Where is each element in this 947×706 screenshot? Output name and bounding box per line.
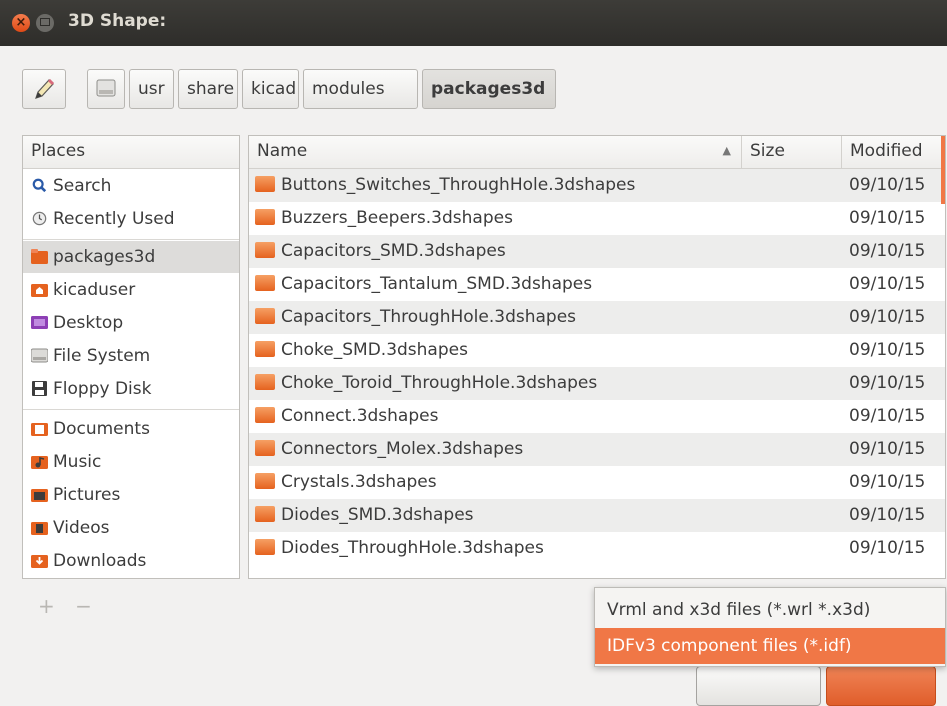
close-icon: × [15, 15, 27, 30]
places-item-recently-used[interactable]: Recently Used [23, 203, 239, 235]
file-row[interactable]: Buzzers_Beepers.3dshapes 09/10/15 [249, 202, 945, 235]
file-row[interactable]: Capacitors_ThroughHole.3dshapes 09/10/15 [249, 301, 945, 334]
places-item-floppy-disk[interactable]: Floppy Disk [23, 373, 239, 405]
floppy-icon [32, 381, 47, 396]
file-row[interactable]: Choke_SMD.3dshapes 09/10/15 [249, 334, 945, 367]
folder-icon [31, 249, 48, 264]
folder-icon [255, 209, 275, 225]
file-row[interactable]: Connect.3dshapes 09/10/15 [249, 400, 945, 433]
music-icon [31, 456, 48, 469]
column-header-modified[interactable]: Modified [842, 136, 945, 168]
file-filter-dropdown: Vrml and x3d files (*.wrl *.x3d) IDFv3 c… [594, 587, 946, 667]
folder-icon [255, 506, 275, 522]
file-row[interactable]: Choke_Toroid_ThroughHole.3dshapes 09/10/1… [249, 367, 945, 400]
vertical-scrollbar[interactable] [941, 136, 945, 204]
type-location-button[interactable] [22, 69, 66, 109]
column-header-name[interactable]: Name ▲ [249, 136, 742, 168]
title-bar: × 3D Shape: [0, 0, 947, 46]
file-row[interactable]: Diodes_ThroughHole.3dshapes 09/10/15 [249, 532, 945, 565]
places-item-kicaduser[interactable]: kicaduser [23, 274, 239, 306]
path-segment-modules[interactable]: modules [303, 69, 418, 109]
places-edit-controls: + − [38, 594, 92, 618]
places-item-file-system[interactable]: File System [23, 340, 239, 372]
pictures-icon [31, 489, 48, 502]
folder-icon [255, 341, 275, 357]
path-segment-packages3d[interactable]: packages3d [422, 69, 556, 109]
file-list: Name ▲ Size Modified Buttons_Switches_Th… [248, 135, 946, 579]
places-item-videos[interactable]: Videos [23, 512, 239, 544]
folder-icon [255, 473, 275, 489]
folder-icon [255, 176, 275, 192]
remove-bookmark-button[interactable]: − [75, 594, 92, 618]
file-list-header: Name ▲ Size Modified [249, 136, 945, 169]
open-button[interactable] [826, 666, 936, 706]
file-row[interactable]: Capacitors_SMD.3dshapes 09/10/15 [249, 235, 945, 268]
folder-icon [255, 242, 275, 258]
drive-icon [31, 348, 48, 363]
file-row[interactable]: Capacitors_Tantalum_SMD.3dshapes 09/10/15 [249, 268, 945, 301]
cancel-button[interactable] [696, 666, 821, 706]
videos-icon [31, 522, 48, 535]
filter-option-idf[interactable]: IDFv3 component files (*.idf) [595, 628, 945, 664]
folder-icon [255, 275, 275, 291]
places-header: Places [23, 136, 239, 169]
folder-icon [255, 440, 275, 456]
places-item-packages3d[interactable]: packages3d [23, 241, 239, 273]
file-row[interactable]: Diodes_SMD.3dshapes 09/10/15 [249, 499, 945, 532]
downloads-icon [31, 555, 48, 568]
file-row[interactable]: Connectors_Molex.3dshapes 09/10/15 [249, 433, 945, 466]
path-segment-share[interactable]: share [178, 69, 238, 109]
path-segment-usr[interactable]: usr [129, 69, 174, 109]
places-item-pictures[interactable]: Pictures [23, 479, 239, 511]
search-icon [32, 178, 47, 193]
sort-ascending-icon: ▲ [722, 144, 731, 157]
folder-icon [255, 539, 275, 555]
folder-icon [255, 407, 275, 423]
places-item-documents[interactable]: Documents [23, 413, 239, 445]
add-bookmark-button[interactable]: + [38, 594, 55, 618]
column-header-size[interactable]: Size [742, 136, 842, 168]
places-item-music[interactable]: Music [23, 446, 239, 478]
documents-icon [31, 423, 48, 436]
filesystem-root-button[interactable] [87, 69, 125, 109]
home-folder-icon [31, 284, 48, 297]
places-item-search[interactable]: Search [23, 170, 239, 202]
filter-option-vrml[interactable]: Vrml and x3d files (*.wrl *.x3d) [595, 592, 945, 628]
minimize-icon [40, 18, 50, 26]
minimize-window-button[interactable] [36, 14, 54, 32]
places-item-downloads[interactable]: Downloads [23, 545, 239, 577]
places-item-desktop[interactable]: Desktop [23, 307, 239, 339]
pencil-icon [35, 78, 55, 99]
folder-icon [255, 374, 275, 390]
window-title: 3D Shape: [68, 11, 167, 31]
clock-icon [32, 211, 47, 226]
folder-icon [255, 308, 275, 324]
path-segment-kicad[interactable]: kicad [242, 69, 299, 109]
file-row[interactable]: Crystals.3dshapes 09/10/15 [249, 466, 945, 499]
places-sidebar: Places Search Recently Used packages3d k… [22, 135, 240, 579]
drive-icon [96, 79, 116, 97]
desktop-icon [31, 316, 48, 329]
close-window-button[interactable]: × [12, 14, 30, 32]
file-row[interactable]: Buttons_Switches_ThroughHole.3dshapes 09/… [249, 169, 945, 202]
